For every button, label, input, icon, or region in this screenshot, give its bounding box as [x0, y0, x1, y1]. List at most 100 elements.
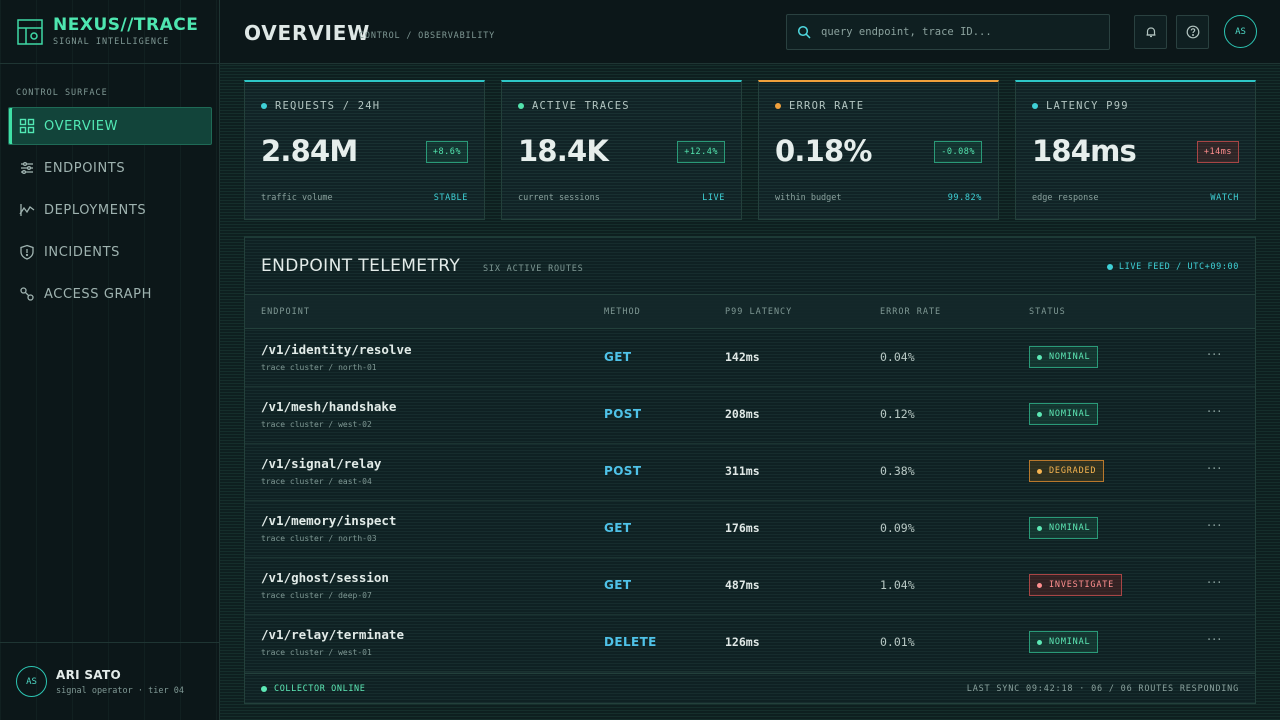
error-rate: 0.12% — [880, 407, 915, 421]
p99-latency: 142ms — [725, 350, 760, 364]
top-bar: OVERVIEW CONTROL / OBSERVABILITY AS — [220, 0, 1280, 64]
more-options-icon[interactable]: ··· — [1207, 576, 1222, 591]
delta-badge: +14ms — [1196, 141, 1239, 163]
card-label: REQUESTS / 24H — [275, 100, 381, 112]
help-button[interactable] — [1176, 15, 1209, 49]
endpoint-cluster: trace cluster / deep-07 — [261, 591, 372, 600]
sidebar-item-overview[interactable]: OVERVIEW — [8, 107, 212, 145]
shield-icon — [20, 244, 34, 260]
sidebar-item-endpoints[interactable]: ENDPOINTS — [8, 149, 212, 187]
error-rate: 0.09% — [880, 521, 915, 535]
more-options-icon[interactable]: ··· — [1207, 519, 1222, 534]
last-sync: LAST SYNC 09:42:18 · 06 / 06 ROUTES RESP… — [966, 684, 1239, 694]
card-value: 0.18% — [775, 134, 872, 168]
avatar: AS — [16, 666, 47, 697]
metric-card-error-rate[interactable]: ERROR RATE 0.18% -0.08% within budget 99… — [758, 80, 999, 220]
status-label: DEGRADED — [1049, 466, 1097, 476]
card-tag: 99.82% — [947, 193, 982, 203]
card-label-row: REQUESTS / 24H — [261, 100, 380, 112]
panel-title: ENDPOINT TELEMETRY — [261, 256, 461, 276]
endpoint-path: /v1/ghost/session — [261, 570, 389, 585]
metric-card-latency[interactable]: LATENCY P99 184ms +14ms edge response WA… — [1015, 80, 1256, 220]
column-header-status[interactable]: STATUS — [1029, 307, 1066, 317]
endpoint-telemetry-panel: ENDPOINT TELEMETRY SIX ACTIVE ROUTES LIV… — [244, 236, 1256, 704]
card-label-row: ACTIVE TRACES — [518, 100, 630, 112]
sidebar-item-label: INCIDENTS — [44, 244, 121, 260]
table-row[interactable]: /v1/ghost/session trace cluster / deep-0… — [245, 558, 1255, 615]
more-options-icon[interactable]: ··· — [1207, 348, 1222, 363]
error-rate: 0.01% — [880, 635, 915, 649]
search-input[interactable] — [821, 26, 1091, 38]
endpoint-path: /v1/identity/resolve — [261, 342, 412, 357]
status-dot — [1032, 103, 1038, 109]
sidebar-item-label: ACCESS GRAPH — [44, 286, 152, 302]
more-options-icon[interactable]: ··· — [1207, 633, 1222, 648]
p99-latency: 126ms — [725, 635, 760, 649]
metric-card-active-traces[interactable]: ACTIVE TRACES 18.4K +12.4% current sessi… — [501, 80, 742, 220]
status-dot — [1037, 525, 1042, 531]
status-label: INVESTIGATE — [1049, 580, 1115, 590]
collector-status: COLLECTOR ONLINE — [261, 684, 365, 694]
brand-title: NEXUS//TRACE — [53, 15, 199, 35]
status-dot — [261, 686, 267, 692]
table-row[interactable]: /v1/mesh/handshake trace cluster / west-… — [245, 387, 1255, 444]
notifications-button[interactable] — [1134, 15, 1167, 49]
grid-icon — [19, 118, 35, 134]
card-label: ACTIVE TRACES — [532, 100, 630, 112]
http-method: POST — [604, 407, 642, 421]
status-dot — [1037, 354, 1042, 360]
status-dot — [1037, 582, 1042, 588]
search-box[interactable] — [786, 14, 1110, 50]
status-badge: INVESTIGATE — [1029, 574, 1123, 596]
card-tag: LIVE — [702, 193, 725, 203]
user-role: signal operator · tier 04 — [56, 685, 184, 696]
sidebar-item-access-graph[interactable]: ACCESS GRAPH — [8, 275, 212, 313]
card-value: 184ms — [1032, 134, 1137, 168]
status-badge: DEGRADED — [1029, 460, 1105, 482]
p99-latency: 208ms — [725, 407, 760, 421]
p99-latency: 487ms — [725, 578, 760, 592]
page-title: OVERVIEW — [244, 21, 371, 45]
column-header-latency[interactable]: P99 LATENCY — [725, 307, 792, 317]
endpoint-path: /v1/memory/inspect — [261, 513, 397, 528]
breadcrumb: CONTROL / OBSERVABILITY — [359, 31, 496, 41]
sidebar: NEXUS//TRACE SIGNAL INTELLIGENCE CONTROL… — [0, 0, 220, 720]
http-method: GET — [604, 350, 632, 364]
user-name: ARI SATO — [56, 667, 121, 682]
sidebar-item-label: ENDPOINTS — [44, 160, 126, 176]
panel-subtitle: SIX ACTIVE ROUTES — [483, 264, 584, 274]
column-header-endpoint[interactable]: ENDPOINT — [261, 307, 310, 317]
more-options-icon[interactable]: ··· — [1207, 405, 1222, 420]
table-row[interactable]: /v1/memory/inspect trace cluster / north… — [245, 501, 1255, 558]
sidebar-item-deployments[interactable]: DEPLOYMENTS — [8, 191, 212, 229]
user-profile[interactable]: AS ARI SATO signal operator · tier 04 — [0, 642, 220, 720]
table-row[interactable]: /v1/signal/relay trace cluster / east-04… — [245, 444, 1255, 501]
table-row[interactable]: /v1/identity/resolve trace cluster / nor… — [245, 330, 1255, 387]
column-header-error-rate[interactable]: ERROR RATE — [880, 307, 941, 317]
endpoint-cluster: trace cluster / west-02 — [261, 420, 372, 429]
sidebar-item-incidents[interactable]: INCIDENTS — [8, 233, 212, 271]
brand[interactable]: NEXUS//TRACE SIGNAL INTELLIGENCE — [0, 0, 219, 64]
error-rate: 0.04% — [880, 350, 915, 364]
endpoint-cluster: trace cluster / north-03 — [261, 534, 377, 543]
card-caption: traffic volume — [261, 193, 333, 203]
bell-icon — [1146, 27, 1155, 38]
http-method: GET — [604, 578, 632, 592]
column-header-method[interactable]: METHOD — [604, 307, 641, 317]
endpoint-cluster: trace cluster / north-01 — [261, 363, 377, 372]
user-avatar-button[interactable]: AS — [1224, 15, 1257, 48]
live-dot — [1106, 264, 1113, 270]
table-row[interactable]: /v1/relay/terminate trace cluster / west… — [245, 615, 1255, 672]
endpoint-path: /v1/mesh/handshake — [261, 399, 397, 414]
more-options-icon[interactable]: ··· — [1207, 462, 1222, 477]
delta-badge: +12.4% — [677, 141, 725, 163]
main-content: REQUESTS / 24H 2.84M +8.6% traffic volum… — [220, 64, 1280, 720]
metric-card-requests[interactable]: REQUESTS / 24H 2.84M +8.6% traffic volum… — [244, 80, 485, 220]
pulse-icon — [19, 204, 35, 216]
card-label-row: ERROR RATE — [775, 100, 864, 112]
card-caption: within budget — [775, 193, 842, 203]
status-label: NOMINAL — [1049, 523, 1091, 533]
card-label-row: LATENCY P99 — [1032, 100, 1129, 112]
card-label: LATENCY P99 — [1046, 100, 1129, 112]
p99-latency: 311ms — [725, 464, 760, 478]
